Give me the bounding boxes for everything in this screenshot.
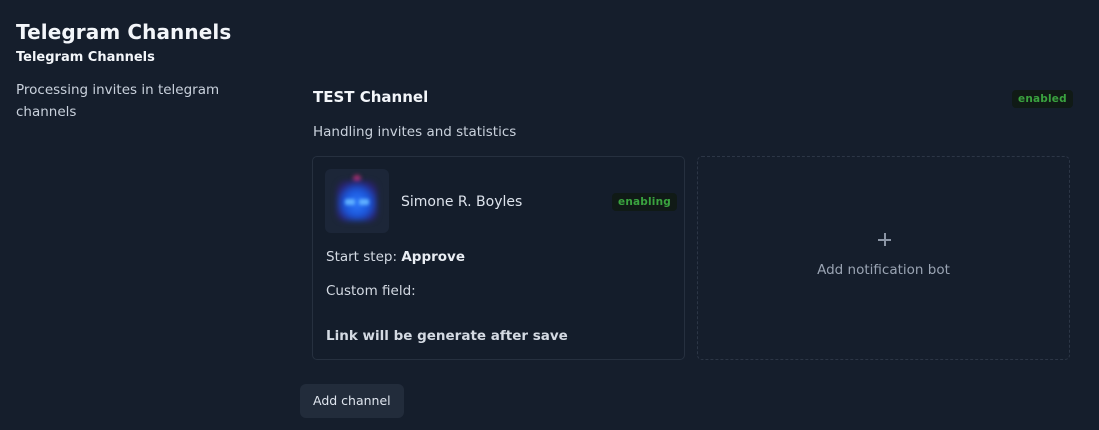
link-note: Link will be generate after save: [326, 328, 568, 344]
plus-icon: [878, 233, 891, 246]
page-description: Processing invites in telegram channels: [16, 82, 220, 120]
page-title: Telegram Channels: [16, 20, 232, 44]
add-channel-button[interactable]: Add channel: [300, 384, 404, 418]
start-step-label: Start step:: [326, 249, 398, 265]
custom-field-label: Custom field:: [326, 283, 416, 299]
start-step-value: Approve: [401, 249, 465, 265]
bot-name: Simone R. Boyles: [401, 194, 523, 210]
bot-status-badge: enabling: [612, 193, 677, 211]
channel-description: Handling invites and statistics: [313, 124, 517, 140]
channel-title: TEST Channel: [313, 88, 429, 106]
robot-avatar-icon: [325, 169, 389, 233]
bot-card[interactable]: Simone R. Boyles enabling Start step: Ap…: [312, 156, 685, 360]
start-step: Start step: Approve: [326, 249, 465, 265]
page-subtitle: Telegram Channels: [16, 50, 155, 65]
add-notification-bot-label: Add notification bot: [817, 262, 950, 278]
channel-status-badge: enabled: [1012, 90, 1073, 108]
add-notification-bot-button[interactable]: Add notification bot: [697, 156, 1070, 360]
